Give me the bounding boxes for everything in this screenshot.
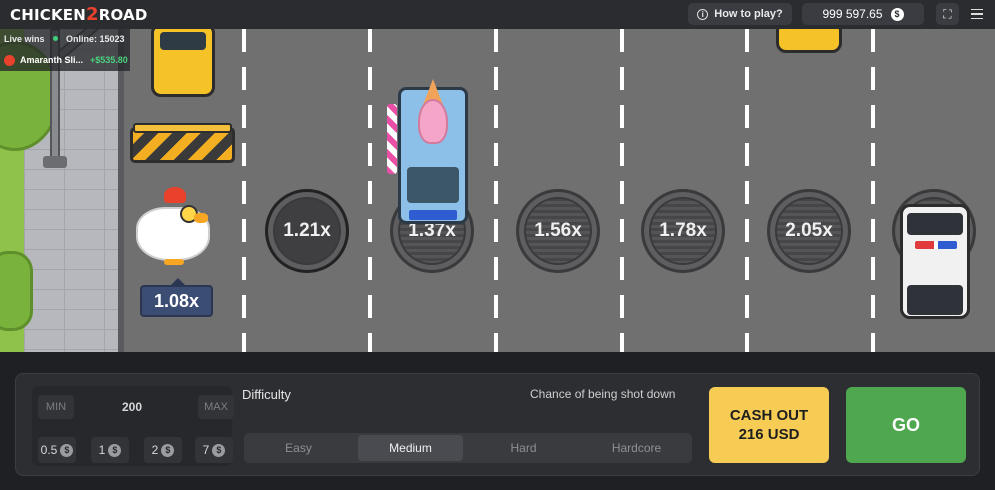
- current-multiplier-value: 1.08x: [153, 290, 200, 311]
- yellow-car-icon: [151, 29, 215, 97]
- difficulty-option-hardcore[interactable]: Hardcore: [584, 435, 689, 461]
- logo-text-road: ROAD: [98, 6, 148, 24]
- top-bar: CHICKEN2ROAD i How to play? 999 597.65 $…: [0, 0, 995, 29]
- fullscreen-icon: ⛶: [943, 6, 952, 21]
- candy-pole-icon: [387, 104, 397, 174]
- max-bet-button[interactable]: MAX: [198, 395, 234, 419]
- curb: [118, 29, 124, 352]
- ice-cream-cone-icon: [415, 79, 451, 144]
- balance-display: 999 597.65 $: [802, 3, 924, 25]
- preset-value: 7: [202, 443, 210, 457]
- police-car-rear: [907, 285, 963, 315]
- preset-bet-button[interactable]: 1 $: [91, 437, 129, 463]
- dollar-coin-icon: $: [212, 443, 226, 457]
- police-car-icon: [900, 204, 970, 319]
- lane-multiplier: 1.21x: [283, 220, 331, 241]
- lane-multiplier: 2.05x: [785, 220, 833, 241]
- lane-divider: [620, 29, 624, 352]
- game-logo: CHICKEN2ROAD: [10, 4, 147, 25]
- dollar-coin-icon: $: [108, 443, 122, 457]
- cash-out-amount: 216 USD: [738, 426, 800, 443]
- lane-manhole[interactable]: 1.21x: [265, 189, 349, 273]
- lane-manhole[interactable]: 1.78x: [641, 189, 725, 273]
- lane-divider: [242, 29, 246, 352]
- difficulty-selector: Easy Medium Hard Hardcore: [244, 433, 692, 463]
- preset-bet-button[interactable]: 7 $: [195, 437, 233, 463]
- difficulty-label: Difficulty: [242, 387, 291, 402]
- difficulty-option-medium[interactable]: Medium: [358, 435, 463, 461]
- preset-value: 1: [98, 443, 106, 457]
- difficulty-option-hard[interactable]: Hard: [471, 435, 576, 461]
- live-wins-panel: Live wins Online: 15023 Amaranth Sli... …: [0, 29, 130, 71]
- bet-amount-input[interactable]: 200: [102, 400, 162, 414]
- dollar-coin-icon: $: [161, 443, 175, 457]
- cash-out-button[interactable]: CASH OUT 216 USD: [709, 387, 829, 463]
- go-button[interactable]: GO: [846, 387, 966, 463]
- bet-amount-row: MIN 200 MAX: [32, 391, 234, 421]
- game-app: CHICKEN2ROAD i How to play? 999 597.65 $…: [0, 0, 995, 490]
- truck-grill: [409, 210, 457, 220]
- logo-text-two: 2: [85, 4, 99, 25]
- road-barrier-top: [133, 123, 232, 133]
- lane-divider: [494, 29, 498, 352]
- live-wins-title: Live wins: [4, 34, 45, 44]
- menu-icon-line: [971, 17, 983, 20]
- online-count: Online: 15023: [66, 34, 125, 44]
- bush-icon: [0, 251, 33, 331]
- dollar-coin-icon: $: [890, 7, 904, 21]
- current-multiplier-badge: 1.08x: [140, 278, 213, 317]
- yellow-car-icon: [776, 29, 842, 53]
- chicken-legs: [164, 259, 184, 265]
- lane-manhole[interactable]: 1.56x: [516, 189, 600, 273]
- hamburger-menu-button[interactable]: [966, 4, 988, 24]
- lane-divider: [368, 29, 372, 352]
- preset-bet-button[interactable]: 0.5 $: [38, 437, 76, 463]
- chicken-beak: [194, 213, 208, 223]
- preset-value: 0.5: [40, 443, 58, 457]
- min-bet-button[interactable]: MIN: [38, 395, 74, 419]
- how-to-play-button[interactable]: i How to play?: [688, 3, 792, 25]
- difficulty-option-easy[interactable]: Easy: [246, 435, 351, 461]
- balance-value: 999 597.65: [822, 7, 883, 21]
- ice-cream-scoop: [418, 99, 448, 144]
- chicken-player-icon: [136, 187, 212, 265]
- online-status-icon: [53, 36, 58, 41]
- lane-multiplier: 1.56x: [534, 220, 582, 241]
- bet-amount-box: MIN 200 MAX 0.5 $ 1 $ 2 $ 7 $: [32, 386, 234, 466]
- logo-text-chicken: CHICKEN: [10, 6, 86, 24]
- police-lightbar-icon: [915, 241, 957, 249]
- lane-multiplier: 1.78x: [659, 220, 707, 241]
- lane-manhole[interactable]: 2.05x: [767, 189, 851, 273]
- fullscreen-button[interactable]: ⛶: [936, 3, 959, 25]
- avatar: [4, 55, 15, 66]
- info-icon: i: [697, 8, 709, 20]
- preset-bet-button[interactable]: 2 $: [144, 437, 182, 463]
- lamppost-base: [43, 156, 67, 168]
- winner-amount: +$535.80: [90, 55, 128, 65]
- truck-cab: [407, 167, 459, 203]
- menu-icon-line: [971, 8, 983, 11]
- game-road-scene: 1.21x 1.37x 1.56x 1.78x 2.05x 1.08x: [0, 29, 995, 352]
- menu-icon-line: [971, 13, 983, 15]
- how-to-play-label: How to play?: [714, 8, 783, 20]
- chicken-comb: [164, 187, 186, 203]
- winner-name: Amaranth Sli...: [20, 55, 84, 65]
- lane-divider: [871, 29, 875, 352]
- lane-divider: [745, 29, 749, 352]
- dollar-coin-icon: $: [60, 443, 74, 457]
- bet-controls-panel: MIN 200 MAX 0.5 $ 1 $ 2 $ 7 $ Difficulty…: [15, 373, 980, 476]
- police-car-windshield: [907, 213, 963, 235]
- preset-value: 2: [151, 443, 159, 457]
- car-windshield: [160, 32, 206, 50]
- chance-label: Chance of being shot down: [530, 387, 676, 401]
- cash-out-label: CASH OUT: [729, 407, 809, 424]
